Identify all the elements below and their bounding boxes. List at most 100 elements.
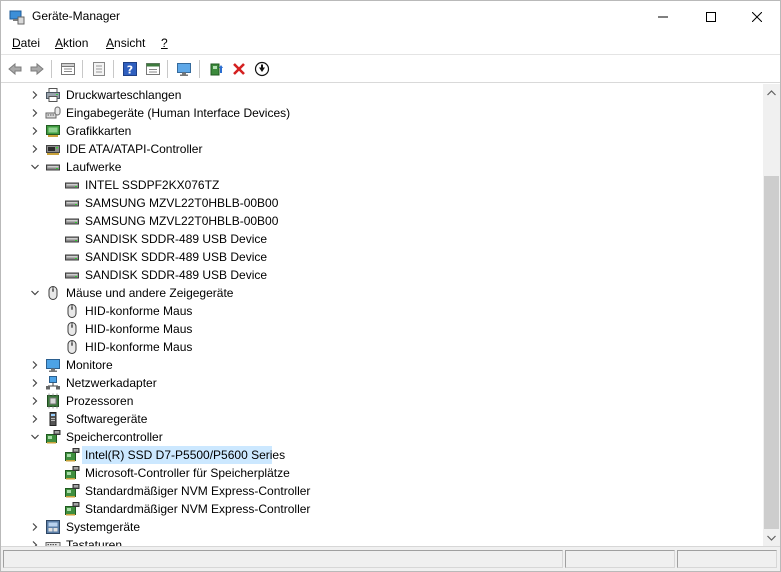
tree-device[interactable]: HID-konforme Maus [2,302,763,320]
tree-category-label: Speichercontroller [66,430,163,444]
storage-controller-icon [65,484,80,498]
scrollbar-thumb[interactable] [764,176,779,529]
help-button[interactable]: ? [119,58,141,80]
expand-toggle[interactable] [28,86,42,104]
tree-device[interactable]: Intel(R) SSD D7-P5500/P5600 Series [2,446,763,464]
uninstall-button[interactable] [228,58,250,80]
tree-device-label: Microsoft-Controller für Speicherplätze [85,466,290,480]
tree-device[interactable]: Microsoft-Controller für Speicherplätze [2,464,763,482]
tree-category[interactable]: Mäuse und andere Zeigegeräte [2,284,763,302]
chevron-right-icon [32,109,38,117]
forward-icon [30,62,44,76]
title-bar[interactable]: Geräte-Manager [1,1,780,32]
tree-device[interactable]: SAMSUNG MZVL22T0HBLB-00B00 [2,212,763,230]
storage-controller-icon [46,430,61,444]
chevron-right-icon [32,127,38,135]
tree-device[interactable]: Standardmäßiger NVM Express-Controller [2,500,763,518]
chevron-down-icon [31,434,39,440]
back-icon [8,62,22,76]
tree-device[interactable]: HID-konforme Maus [2,320,763,338]
expand-toggle[interactable] [28,410,42,428]
view-icon [146,63,160,75]
tree-category-label: Monitore [66,358,113,372]
download-button[interactable] [251,58,273,80]
back-button[interactable] [4,58,26,80]
uninstall-icon [233,63,245,75]
scroll-up-button[interactable] [763,84,780,101]
expand-toggle[interactable] [28,356,42,374]
expand-toggle[interactable] [28,104,42,122]
expand-toggle[interactable] [28,122,42,140]
tree-device[interactable]: SANDISK SDDR-489 USB Device [2,230,763,248]
tree-device[interactable]: INTEL SSDPF2KX076TZ [2,176,763,194]
tree-category[interactable]: Speichercontroller [2,428,763,446]
tree-category-label: Druckwarteschlangen [66,88,182,102]
monitor-icon [177,63,191,76]
tree-device-label: SAMSUNG MZVL22T0HBLB-00B00 [85,196,279,210]
drive-icon [65,254,79,261]
expand-toggle[interactable] [28,392,42,410]
minimize-button[interactable] [640,1,686,32]
menu-bar: Datei Aktion Ansicht ? [1,32,780,54]
tree-category[interactable]: Laufwerke [2,158,763,176]
monitor-button[interactable] [173,58,195,80]
chevron-down-icon [31,164,39,170]
tree-category[interactable]: Prozessoren [2,392,763,410]
tree-category[interactable]: Softwaregeräte [2,410,763,428]
tree-device[interactable]: SAMSUNG MZVL22T0HBLB-00B00 [2,194,763,212]
system-device-icon [46,520,60,534]
tree-device[interactable]: HID-konforme Maus [2,338,763,356]
drive-icon [65,236,79,243]
chevron-right-icon [32,145,38,153]
tree-category[interactable]: Tastaturen [2,536,763,546]
drive-icon [65,200,79,207]
tree-category[interactable]: Druckwarteschlangen [2,86,763,104]
update-driver-button[interactable] [205,58,227,80]
maximize-button[interactable] [688,1,734,32]
view-button[interactable] [142,58,164,80]
tree-category-label: Tastaturen [66,538,123,546]
storage-controller-icon [65,466,80,480]
status-cell-tertiary [677,550,777,568]
expand-toggle[interactable] [28,158,42,176]
properties-button[interactable] [57,58,79,80]
menu-help[interactable]: ? [161,36,168,50]
tree-category-label: Netzwerkadapter [66,376,157,390]
toolbar: ? [1,54,780,83]
tree-category[interactable]: Monitore [2,356,763,374]
tree-category[interactable]: Grafikkarten [2,122,763,140]
expand-toggle[interactable] [28,140,42,158]
menu-ansicht[interactable]: Ansicht [106,36,145,50]
expand-toggle[interactable] [28,374,42,392]
scan-button[interactable] [88,58,110,80]
tree-category[interactable]: Eingabegeräte (Human Interface Devices) [2,104,763,122]
tree-device-label: INTEL SSDPF2KX076TZ [85,178,220,192]
tree-category-label: Softwaregeräte [66,412,148,426]
scroll-down-button[interactable] [763,529,780,546]
chevron-down-icon [31,290,39,296]
network-icon [46,376,60,390]
expand-toggle[interactable] [28,428,42,446]
device-tree[interactable]: Druckwarteschlangen Eingabegeräte (Human … [2,84,763,546]
tree-device[interactable]: SANDISK SDDR-489 USB Device [2,266,763,284]
close-button[interactable] [734,1,780,32]
tree-category[interactable]: Systemgeräte [2,518,763,536]
hid-icon [45,106,61,119]
menu-aktion[interactable]: Aktion [55,36,88,50]
vertical-scrollbar[interactable] [763,84,780,546]
software-device-icon [49,412,57,426]
tree-device[interactable]: Standardmäßiger NVM Express-Controller [2,482,763,500]
tree-category-label: Grafikkarten [66,124,132,138]
mouse-icon [48,286,58,300]
expand-toggle[interactable] [28,518,42,536]
expand-toggle[interactable] [28,536,42,546]
mouse-icon [67,304,77,318]
tree-device[interactable]: SANDISK SDDR-489 USB Device [2,248,763,266]
tree-category[interactable]: Netzwerkadapter [2,374,763,392]
menu-datei[interactable]: Datei [12,36,40,50]
expand-toggle[interactable] [28,284,42,302]
forward-button[interactable] [26,58,48,80]
tree-category[interactable]: IDE ATA/ATAPI-Controller [2,140,763,158]
mouse-icon [67,340,77,354]
svg-text:?: ? [127,64,133,77]
